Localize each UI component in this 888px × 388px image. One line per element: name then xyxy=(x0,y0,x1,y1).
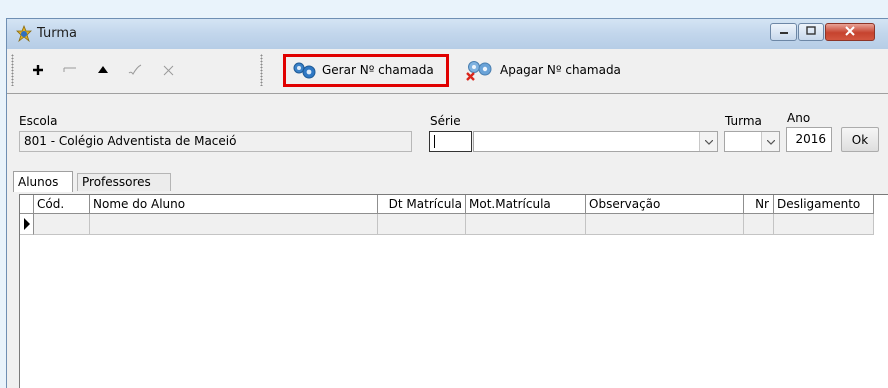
apagar-chamada-button[interactable]: Apagar Nº chamada xyxy=(463,59,621,81)
header-indicator-cell xyxy=(20,195,34,214)
ok-button[interactable]: Ok xyxy=(841,127,879,152)
turma-window: Turma Gerar Nº chamada Apagar Nº chamada… xyxy=(6,18,888,388)
serie-label: Série xyxy=(430,114,461,128)
grid-header: Cód. Nome do Aluno Dt Matrícula Mot.Matr… xyxy=(20,195,888,214)
add-button[interactable] xyxy=(27,59,49,81)
tab-alunos[interactable]: Alunos xyxy=(13,171,73,192)
serie-dropdown-arrow[interactable] xyxy=(699,132,717,151)
apagar-chamada-label: Apagar Nº chamada xyxy=(500,63,621,77)
close-button[interactable] xyxy=(825,23,875,41)
escola-label: Escola xyxy=(19,114,58,128)
column-header-nr[interactable]: Nr xyxy=(744,195,774,214)
column-header-dt-matricula[interactable]: Dt Matrícula xyxy=(378,195,466,214)
confirm-button[interactable] xyxy=(124,59,146,81)
cell-nr[interactable] xyxy=(744,214,774,235)
escola-field[interactable]: 801 - Colégio Adventista de Maceió xyxy=(19,131,412,152)
column-header-cod[interactable]: Cód. xyxy=(34,195,90,214)
maximize-icon xyxy=(806,25,816,39)
minimize-button[interactable] xyxy=(770,23,797,41)
column-header-nome-aluno[interactable]: Nome do Aluno xyxy=(90,195,378,214)
toolbar-separator xyxy=(260,54,263,86)
plus-icon xyxy=(32,64,44,76)
cell-cod[interactable] xyxy=(34,214,90,235)
column-header-desligamento[interactable]: Desligamento xyxy=(774,195,874,214)
title-bar[interactable]: Turma xyxy=(7,19,888,49)
minus-icon xyxy=(63,64,77,76)
table-row[interactable] xyxy=(20,214,888,235)
cell-observacao[interactable] xyxy=(586,214,744,235)
minimize-icon xyxy=(779,25,789,39)
x-icon xyxy=(162,64,175,77)
toolbar: Gerar Nº chamada Apagar Nº chamada xyxy=(7,49,888,94)
tab-professores[interactable]: Professores xyxy=(77,173,171,191)
chevron-down-icon xyxy=(704,132,713,151)
gears-delete-icon xyxy=(463,59,495,81)
ano-input[interactable]: 2016 xyxy=(786,127,832,152)
window-title: Turma xyxy=(37,26,77,41)
serie-code-input[interactable] xyxy=(429,131,472,152)
serie-dropdown[interactable] xyxy=(473,131,718,152)
cell-mot-matricula[interactable] xyxy=(466,214,586,235)
cell-nome-aluno[interactable] xyxy=(90,214,378,235)
cell-desligamento[interactable] xyxy=(774,214,874,235)
column-header-mot-matricula[interactable]: Mot.Matrícula xyxy=(466,195,586,214)
turma-dropdown[interactable] xyxy=(724,131,780,152)
ano-label: Ano xyxy=(787,111,811,125)
cancel-button[interactable] xyxy=(157,59,179,81)
highlight-box xyxy=(283,54,449,87)
alunos-grid[interactable]: Cód. Nome do Aluno Dt Matrícula Mot.Matr… xyxy=(19,194,888,388)
row-pointer-icon xyxy=(23,218,31,233)
turma-app-icon xyxy=(15,24,33,43)
row-indicator xyxy=(20,214,34,235)
chevron-down-icon xyxy=(766,132,775,151)
turma-dropdown-arrow[interactable] xyxy=(761,132,779,151)
close-icon xyxy=(845,25,855,39)
maximize-button[interactable] xyxy=(798,23,824,41)
text-cursor xyxy=(434,135,435,148)
delete-button[interactable] xyxy=(59,59,81,81)
toolbar-grip[interactable] xyxy=(11,54,14,86)
check-icon xyxy=(128,64,142,76)
edit-button[interactable] xyxy=(92,59,114,81)
cell-dt-matricula[interactable] xyxy=(378,214,466,235)
turma-label: Turma xyxy=(725,114,762,128)
triangle-up-icon xyxy=(97,65,109,75)
column-header-observacao[interactable]: Observação xyxy=(586,195,744,214)
